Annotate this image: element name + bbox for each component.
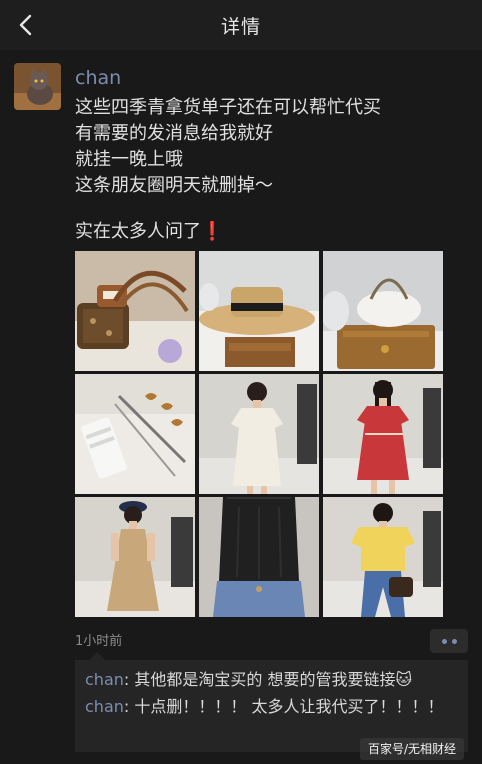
post-text-line: 这些四季青拿货单子还在可以帮忙代买 bbox=[75, 97, 381, 118]
comment-item[interactable]: chan: 十点删！！！！ 太多人让我代买了！！！！ bbox=[85, 695, 458, 718]
post-text-line: 有需要的发消息给我就好 bbox=[75, 123, 273, 144]
watermark: 百家号/无相财经 bbox=[360, 738, 465, 760]
hair-clips-photo[interactable] bbox=[75, 374, 195, 494]
post-timestamp: 1小时前 bbox=[75, 634, 123, 649]
post-text-line: 就挂一晚上哦 bbox=[75, 149, 183, 170]
comment-author[interactable]: chan bbox=[85, 697, 124, 716]
post-text-line: 这条朋友圈明天就删掉～ bbox=[75, 175, 273, 196]
white-bag-photo[interactable] bbox=[323, 251, 443, 371]
page-title: 详情 bbox=[220, 16, 261, 38]
more-actions-button[interactable] bbox=[430, 629, 468, 653]
post-text: 这些四季青拿货单子还在可以帮忙代买 有需要的发消息给我就好 就挂一晚上哦 这条朋… bbox=[75, 95, 465, 245]
black-top-photo[interactable] bbox=[199, 497, 319, 617]
white-dress-photo[interactable] bbox=[199, 374, 319, 494]
red-dress-photo[interactable] bbox=[323, 374, 443, 494]
dot-icon bbox=[441, 638, 447, 644]
comment-text: 其他都是淘宝买的 想要的管我要链接🐱 bbox=[134, 670, 413, 689]
cat-avatar-icon bbox=[14, 63, 61, 110]
post-text-question: 实在太多人问了❗ bbox=[75, 219, 465, 245]
handbags-photo[interactable] bbox=[75, 251, 195, 371]
comment-author[interactable]: chan bbox=[85, 670, 124, 689]
nav-bar: 详情 bbox=[0, 0, 482, 50]
khaki-dress-photo[interactable] bbox=[75, 497, 195, 617]
yellow-tee-photo[interactable] bbox=[323, 497, 443, 617]
comment-separator: : bbox=[123, 670, 135, 689]
exclamation-emoji: ❗ bbox=[201, 221, 224, 242]
comment-item[interactable]: chan: 其他都是淘宝买的 想要的管我要链接🐱 bbox=[85, 668, 458, 691]
straw-hat-photo[interactable] bbox=[199, 251, 319, 371]
avatar[interactable] bbox=[14, 63, 61, 110]
dot-icon bbox=[451, 638, 457, 644]
photo-grid bbox=[75, 251, 443, 617]
comment-text: 十点删！！！！ 太多人让我代买了！！！！ bbox=[134, 697, 444, 716]
post-author-name[interactable]: chan bbox=[75, 67, 121, 89]
question-text: 实在太多人问了 bbox=[75, 221, 201, 242]
comment-separator: : bbox=[123, 697, 135, 716]
